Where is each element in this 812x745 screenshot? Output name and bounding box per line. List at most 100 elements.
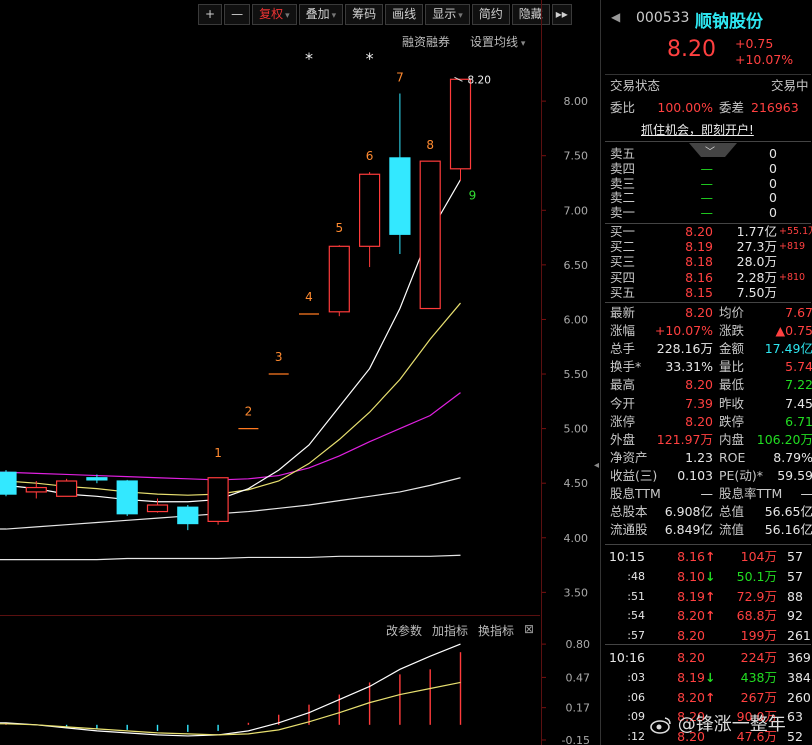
price-tick-label: 6.00 — [564, 313, 589, 326]
tick-price: 8.16 — [677, 549, 705, 564]
ask-row[interactable]: 卖一 — 0 — [601, 205, 812, 220]
ask-volume: 0 — [769, 190, 777, 206]
quote-label: 换手* — [610, 359, 642, 375]
bid-row[interactable]: 买二 8.19 27.3万 +819 — [601, 239, 812, 254]
ask-label: 卖三 — [610, 175, 636, 191]
candle-body — [116, 480, 138, 515]
candle-body — [177, 506, 199, 525]
toolbar-button-3[interactable]: 叠加 ▾ — [298, 4, 344, 25]
tick-row[interactable]: :51 8.19 ↑ 72.9万 88 — [601, 588, 812, 606]
ask-row[interactable]: 卖四 — 0 — [601, 161, 812, 176]
last-price-label: 8.20 — [468, 74, 491, 86]
tick-row[interactable]: :06 8.20 ↑ 267万 260 — [601, 689, 812, 707]
bid-label: 买二 — [610, 239, 636, 255]
toolbar-button-7[interactable]: 简约 — [471, 4, 510, 25]
tick-time: :03 — [627, 670, 645, 684]
ask-volume: 0 — [769, 205, 777, 221]
tick-count: 57 — [787, 568, 803, 584]
quote-value: 7.39 — [685, 395, 713, 411]
quote-value: 106.20万 — [756, 431, 812, 447]
toolbar-more-button[interactable]: ▸▸ — [551, 4, 572, 25]
candle-body — [419, 160, 441, 310]
ma-settings-link[interactable]: 设置均线 ▾ — [470, 33, 525, 50]
indicator-tick-label: 0.47 — [566, 671, 591, 684]
tick-price: 8.19 — [677, 588, 705, 604]
axis-divider — [541, 0, 542, 745]
ask-row[interactable]: 卖三 — 0 — [601, 176, 812, 191]
bid-row[interactable]: 买三 8.18 28.0万 — [601, 254, 812, 269]
bid-label: 买五 — [610, 284, 636, 300]
ask-volume: 0 — [769, 160, 777, 176]
bid-volume: 7.50万 — [736, 284, 777, 300]
chart-toolbar: + — 复权 ▾ 叠加 ▾ 筹码 画线 显示 ▾ 简约 隐藏 ▸▸ — [198, 4, 572, 26]
indicator-yellow_line — [0, 681, 461, 736]
quote-value: 8.20 — [685, 377, 713, 393]
tick-price: 8.20 — [677, 628, 705, 644]
tick-row[interactable]: :54 8.20 ↑ 68.8万 92 — [601, 607, 812, 625]
tick-count: 369 — [787, 650, 811, 665]
quote-row: 最高 8.20 最低 7.22 — [601, 376, 812, 394]
toolbar-button-5[interactable]: 画线 — [385, 4, 424, 25]
tick-row[interactable]: 10:16 8.20 224万 369 — [601, 649, 812, 667]
bid-row[interactable]: 买一 8.20 1.77亿+55.1万 — [601, 224, 812, 239]
quote-row: 外盘 121.97万 内盘 106.20万 — [601, 431, 812, 449]
bid-label: 买三 — [610, 254, 636, 270]
bid-row[interactable]: 买四 8.16 2.28万 +810 — [601, 270, 812, 285]
wave-label: 9 — [469, 188, 477, 202]
indicator-svg[interactable]: 0.80 0.47 0.17 -0.15 — [0, 632, 600, 745]
tick-row[interactable]: :03 8.19 ↓ 438万 384 — [601, 669, 812, 687]
margin-trading-link[interactable]: 融资融券 — [402, 33, 450, 50]
open-account-promo-link[interactable]: 抓住机会，即刻开户! — [641, 121, 754, 138]
tick-direction-icon: ↑ — [705, 588, 716, 604]
price-tick-label: 5.50 — [564, 368, 589, 381]
quote-value: +10.07% — [654, 323, 713, 339]
toolbar-button-1[interactable]: — — [224, 4, 251, 25]
quote-label: 最高 — [610, 377, 636, 393]
toolbar-button-2[interactable]: 复权 ▾ — [252, 4, 297, 25]
tick-price: 8.20 — [677, 650, 705, 665]
tick-volume: 104万 — [740, 549, 777, 564]
dropdown-arrow-icon: ▾ — [458, 11, 463, 21]
star-marker: * — [305, 52, 313, 68]
tick-count: 52 — [787, 729, 803, 745]
ask-row[interactable]: 卖二 — 0 — [601, 190, 812, 205]
price-tick-label: 6.50 — [564, 259, 589, 272]
toolbar-button-8[interactable]: 隐藏 — [511, 4, 550, 25]
price-tick-label: 7.00 — [564, 204, 589, 217]
price-tick-label: 8.00 — [564, 95, 589, 108]
quote-row: 最新 8.20 均价 7.67 — [601, 304, 812, 322]
quote-row: 股息TTM — 股息率TTM — — [601, 485, 812, 503]
price-change: +0.75 — [735, 36, 774, 51]
price-tick-label: 3.50 — [564, 586, 589, 599]
tick-count: 57 — [787, 549, 803, 564]
tick-row[interactable]: :48 8.10 ↓ 50.1万 57 — [601, 568, 812, 586]
bid-volume: 27.3万 — [736, 239, 777, 255]
prev-stock-icon[interactable]: ◀ — [611, 10, 620, 24]
tick-price: 8.19 — [677, 669, 705, 685]
price-tick-label: 7.50 — [564, 150, 589, 163]
tick-row[interactable]: 10:15 8.16 ↑ 104万 57 — [601, 548, 812, 566]
kline-svg[interactable]: 8.00 7.50 7.00 6.50 6.00 5.50 5.00 4.50 4.00 3.50… — [0, 52, 600, 612]
tick-row[interactable]: :57 8.20 199万 261 — [601, 627, 812, 645]
bid-row[interactable]: 买五 8.15 7.50万 — [601, 285, 812, 300]
tick-volume: 224万 — [740, 650, 777, 665]
weibo-logo-icon — [650, 717, 671, 734]
candle-body — [55, 480, 78, 497]
bid-label: 买四 — [610, 269, 636, 285]
bid-volume: 28.0万 — [736, 254, 777, 270]
candle-body — [0, 471, 17, 495]
toolbar-button-0[interactable]: + — [198, 4, 223, 25]
tick-price: 8.20 — [677, 608, 705, 624]
kline-chart-area[interactable]: + — 复权 ▾ 叠加 ▾ 筹码 画线 显示 ▾ 简约 隐藏 ▸▸ 融资融券 设置均线 ▾ 8.00 7.… — [0, 0, 600, 745]
quote-row: 涨停 8.20 跌停 6.71 — [601, 413, 812, 431]
tick-count: 384 — [787, 669, 811, 685]
price-tick-label: 4.50 — [564, 477, 589, 490]
quote-value: 56.65亿 — [764, 504, 812, 520]
tick-direction-icon: ↑ — [705, 689, 716, 705]
last-price: 8.20 — [667, 37, 716, 62]
indicator-white_line — [0, 643, 461, 737]
toolbar-button-6[interactable]: 显示 ▾ — [425, 4, 470, 25]
toolbar-button-4[interactable]: 筹码 — [345, 4, 384, 25]
stock-name[interactable]: 顺钠股份 — [695, 7, 763, 32]
indicator-tick-label: -0.15 — [562, 734, 590, 745]
